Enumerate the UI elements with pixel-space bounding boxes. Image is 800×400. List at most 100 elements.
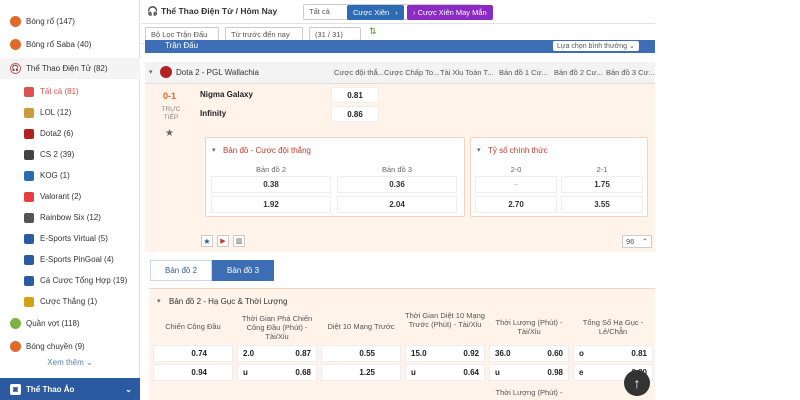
sidebar-subitem-all[interactable]: Tất cả (81) [0,81,140,102]
valorant-icon [24,191,34,202]
sidebar-subitem-winner-bet[interactable]: Cược Thắng (1) [0,291,140,312]
sidebar: Bóng rổ (147) Bóng rổ Saba (40) 🎧 Thể Th… [0,0,140,400]
virtual-sports-icon: ▣ [10,383,21,395]
league-filter-label: Bộ Lọc Trận Đấu [151,30,208,39]
lucky-parlay-button[interactable]: › Cược Xiên May Mắn [407,5,493,20]
league-filter-select[interactable]: Bộ Lọc Trận Đấu [145,27,219,41]
collapse-icon[interactable]: ▾ [477,146,481,154]
chevron-up-icon: ⌃ [641,237,648,246]
odds-value: 0.38 [263,180,279,189]
sidebar-item-basketball[interactable]: Bóng rổ (147) [0,11,140,32]
scroll-top-button[interactable]: ↑ [624,370,650,396]
sidebar-subitem-combo-bet[interactable]: Cá Cược Tổng Hợp (19) [0,270,140,291]
tab-map2[interactable]: Bản đồ 2 [150,260,213,281]
odds-cell[interactable]: 2.70 [475,196,557,213]
sidebar-subitem-label: CS 2 (39) [40,150,75,159]
grid-header: Tổng Số Hạ Gục - Lẻ/Chẵn [582,318,644,336]
sidebar-virtual-sports[interactable]: ▣ Thể Thao Ảo ⌄ [0,378,140,400]
grid-header: Thời Lượng (Phút) - [495,388,563,397]
col-header-handicap: Cược Chấp To... [384,68,440,77]
col-header-map1: Bản đồ 1 Cư... [499,68,548,77]
odds-cell[interactable]: 2.04 [337,196,457,213]
more-markets-button[interactable]: 96 ⌃ [622,235,652,248]
stats-icon[interactable]: ▥ [233,235,245,247]
sidebar-subitem-kog[interactable]: KOG (1) [0,165,140,186]
match-tab-header: Trận Đấu Lựa chọn bình thường ⌄ [145,40,655,53]
sidebar-subitem-label: Cá Cược Tổng Hợp (19) [40,276,128,285]
odds-cell[interactable]: 3.55 [561,196,643,213]
sidebar-item-esports[interactable]: 🎧 Thể Thao Điện Tử (82) [0,58,140,79]
odds-cell[interactable]: – [475,176,557,193]
odds-cell[interactable]: 0.38 [211,176,331,193]
odds-value: 1.92 [263,200,279,209]
star-icon[interactable]: ★ [165,128,174,139]
odds-cell[interactable]: o 0.81 [573,345,653,362]
odds-value: 0.94 [191,368,207,377]
sidebar-subitem-esports-virtual[interactable]: E-Sports Virtual (5) [0,228,140,249]
star-favorite-icon[interactable]: ★ [201,235,213,247]
odds-value: 0.92 [463,349,479,358]
parlay-label: Cược Xiên [353,8,390,17]
odds-cell[interactable]: u 0.68 [237,364,317,381]
sidebar-subitem-lol[interactable]: LOL (12) [0,102,140,123]
odds-cell[interactable]: 0.55 [321,345,401,362]
sidebar-item-tennis[interactable]: Quần vợt (118) [0,313,140,334]
sidebar-subitem-rainbow-six[interactable]: Rainbow Six (12) [0,207,140,228]
sidebar-subitem-valorant[interactable]: Valorant (2) [0,186,140,207]
rainbow-six-icon [24,212,34,223]
tab-map3[interactable]: Bản đồ 3 [212,260,275,281]
sidebar-subitem-label: E-Sports Virtual (5) [40,234,108,243]
sidebar-subitem-cs2[interactable]: CS 2 (39) [0,144,140,165]
odds-cell[interactable]: 15.0 0.92 [405,345,485,362]
show-more-link[interactable]: Xem thêm ⌄ [0,358,140,367]
odds-line: u [411,368,416,377]
time-filter-select[interactable]: Từ trước đến nay [225,27,303,41]
tab-map2-label: Bản đồ 2 [165,266,198,275]
sort-mode-select[interactable]: Lựa chọn bình thường ⌄ [553,41,639,51]
odds-cell[interactable]: 1.92 [211,196,331,213]
sort-arrows-icon[interactable]: ⇅ [369,26,377,37]
sidebar-subitem-pingoal[interactable]: E-Sports PinGoal (4) [0,249,140,270]
odds-line: 15.0 [411,349,427,358]
league-name: Dota 2 - PGL Wallachia [176,68,259,77]
odds-value: 0.55 [359,349,375,358]
map2-section-header: ▾ Bản đồ 2 - Hạ Gục & Thời Lượng [149,288,655,314]
grid-header: Thời Gian Phá Chiến Công Đầu (Phút) - Tà… [241,314,313,341]
play-icon[interactable]: ▶ [217,235,229,247]
trophy-icon [24,296,34,307]
sport-select-value: Tất cả [309,7,330,16]
odds-team2[interactable]: 0.86 [331,106,379,122]
dota2-icon [160,66,172,78]
dota2-icon [24,128,34,139]
map-winner-card: ▾ Bản đồ - Cược đội thắng Bản đồ 2 Bản đ… [205,137,465,217]
odds-cell[interactable]: 1.75 [561,176,643,193]
sidebar-item-basketball-saba[interactable]: Bóng rổ Saba (40) [0,34,140,55]
odds-cell[interactable]: 2.0 0.87 [237,345,317,362]
sidebar-subitem-dota2[interactable]: Dota2 (6) [0,123,140,144]
sidebar-item-label: Bóng rổ Saba (40) [26,40,92,49]
odds-value: 0.60 [547,349,563,358]
odds-team1[interactable]: 0.81 [331,87,379,103]
odds-line: u [495,368,500,377]
odds-cell[interactable]: 1.25 [321,364,401,381]
parlay-button[interactable]: Cược Xiên › [347,5,404,20]
tab-map3-label: Bản đồ 3 [227,266,260,275]
cs2-icon [24,149,34,160]
odds-cell[interactable]: 0.36 [337,176,457,193]
odds-value: 0.74 [191,349,207,358]
map-winner-title: Bản đồ - Cược đội thắng [223,146,311,155]
odds-line: 2.0 [243,349,255,358]
odds-cell[interactable]: u 0.64 [405,364,485,381]
sidebar-item-volleyball[interactable]: Bóng chuyền (9) [0,336,140,357]
odds-cell[interactable]: 0.74 [153,345,233,362]
odds-line: o [579,349,584,358]
correct-score-col2: 2-1 [596,165,608,174]
odds-cell[interactable]: 0.94 [153,364,233,381]
odds-team1-value: 0.81 [347,91,363,100]
sidebar-item-label: Bóng rổ (147) [26,17,75,26]
odds-cell[interactable]: u 0.98 [489,364,569,381]
collapse-icon[interactable]: ▾ [149,68,153,76]
collapse-icon[interactable]: ▾ [157,297,161,305]
collapse-icon[interactable]: ▾ [212,146,216,154]
odds-cell[interactable]: 36.0 0.60 [489,345,569,362]
